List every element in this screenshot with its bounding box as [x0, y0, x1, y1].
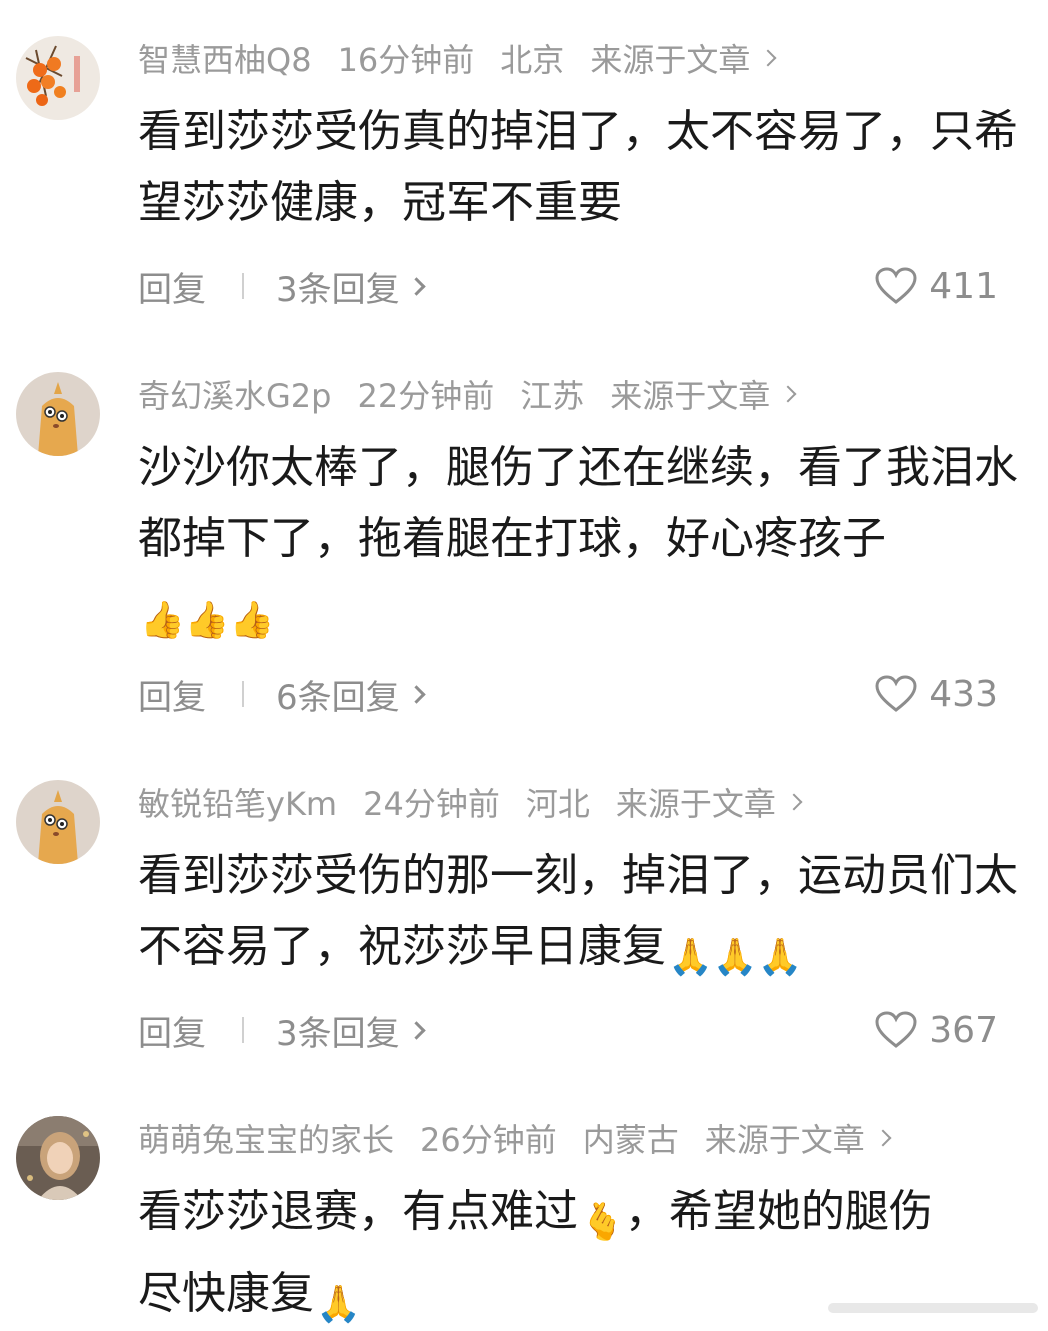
like-count: 433 [929, 673, 998, 715]
like-count: 367 [929, 1009, 998, 1051]
comment-meta: 奇幻溪水G2p 22分钟前 江苏 来源于文章 [138, 371, 797, 417]
like-button[interactable]: 433 [875, 674, 998, 715]
cartoon-avatar-icon [16, 780, 100, 864]
pray-emoji: 🙏 [316, 1284, 361, 1325]
like-count: 411 [929, 265, 998, 307]
chevron-right-icon [779, 385, 797, 403]
home-indicator-icon [828, 1303, 1038, 1313]
username[interactable]: 智慧西柚Q8 [138, 35, 312, 81]
comment-text: 看到莎莎受伤真的掉泪了，太不容易了，只希望莎莎健康，冠军不重要 [138, 96, 1018, 238]
comment-text-content: 看到莎莎受伤的那一刻，掉泪了，运动员们太不容易了，祝莎莎早日康复 [138, 850, 1018, 972]
comment-text-content: 看到莎莎受伤真的掉泪了，太不容易了，只希望莎莎健康，冠军不重要 [138, 106, 1018, 228]
view-replies-button[interactable]: 3条回复 [276, 262, 400, 311]
comment-actions: 回复 6条回复 433 [138, 670, 998, 719]
source-link[interactable]: 来源于文章 [705, 1115, 865, 1161]
comment-text: 沙沙你太棒了，腿伤了还在继续，看了我泪水都掉下了，拖着腿在打球，好心疼孩子 👍👍👍 [138, 432, 1018, 656]
comment-text: 看到莎莎受伤的那一刻，掉泪了，运动员们太不容易了，祝莎莎早日康复🙏🙏🙏 [138, 840, 1018, 993]
comment-meta: 敏锐铅笔yKm 24分钟前 河北 来源于文章 [138, 779, 803, 825]
username[interactable]: 敏锐铅笔yKm [138, 779, 337, 825]
thumbs-up-emoji: 👍👍👍 [140, 600, 275, 641]
divider [242, 1017, 244, 1043]
comment-meta: 萌萌兔宝宝的家长 26分钟前 内蒙古 来源于文章 [138, 1115, 892, 1161]
view-replies-button[interactable]: 3条回复 [276, 1006, 400, 1055]
comment-location: 北京 [500, 41, 565, 79]
username[interactable]: 奇幻溪水G2p [138, 371, 331, 417]
username[interactable]: 萌萌兔宝宝的家长 [138, 1115, 394, 1161]
comment-location: 内蒙古 [582, 1121, 679, 1159]
persimmon-avatar-icon [16, 36, 100, 120]
comment-actions: 回复 3条回复 411 [138, 262, 998, 311]
comment-text-content: 沙沙你太棒了，腿伤了还在继续，看了我泪水都掉下了，拖着腿在打球，好心疼孩子 [138, 442, 1018, 564]
reply-button[interactable]: 回复 [138, 670, 206, 719]
user-avatar[interactable] [16, 372, 100, 456]
divider [242, 681, 244, 707]
pray-emoji: 🙏🙏🙏 [668, 937, 803, 978]
comment-text-content: 看莎莎退赛，有点难过 [138, 1186, 578, 1237]
user-avatar[interactable] [16, 780, 100, 864]
chevron-right-icon [406, 1020, 426, 1040]
comment-meta: 智慧西柚Q8 16分钟前 北京 来源于文章 [138, 35, 777, 81]
user-avatar[interactable] [16, 1116, 100, 1200]
finger-heart-emoji: 🫰 [580, 1202, 625, 1243]
comment-time: 16分钟前 [337, 41, 475, 79]
chevron-right-icon [785, 793, 803, 811]
view-replies-button[interactable]: 6条回复 [276, 670, 400, 719]
heart-icon [875, 267, 917, 304]
comment-location: 河北 [525, 785, 590, 823]
chevron-right-icon [406, 684, 426, 704]
user-avatar[interactable] [16, 36, 100, 120]
source-link[interactable]: 来源于文章 [610, 371, 770, 417]
chevron-right-icon [406, 276, 426, 296]
comment-location: 江苏 [520, 377, 585, 415]
photo-avatar-icon [16, 1116, 100, 1200]
divider [242, 273, 244, 299]
source-link[interactable]: 来源于文章 [616, 779, 776, 825]
chevron-right-icon [759, 49, 777, 67]
heart-icon [875, 675, 917, 712]
reply-button[interactable]: 回复 [138, 262, 206, 311]
like-button[interactable]: 367 [875, 1010, 998, 1051]
comment-time: 22分钟前 [357, 377, 495, 415]
comment-actions: 回复 3条回复 367 [138, 1006, 998, 1055]
home-indicator [818, 1297, 1048, 1323]
comment-time: 26分钟前 [420, 1121, 557, 1159]
chevron-right-icon [874, 1129, 892, 1147]
heart-icon [875, 1011, 917, 1048]
comment-time: 24分钟前 [363, 785, 500, 823]
cartoon-avatar-icon [16, 372, 100, 456]
like-button[interactable]: 411 [875, 266, 998, 307]
source-link[interactable]: 来源于文章 [590, 35, 750, 81]
reply-button[interactable]: 回复 [138, 1006, 206, 1055]
